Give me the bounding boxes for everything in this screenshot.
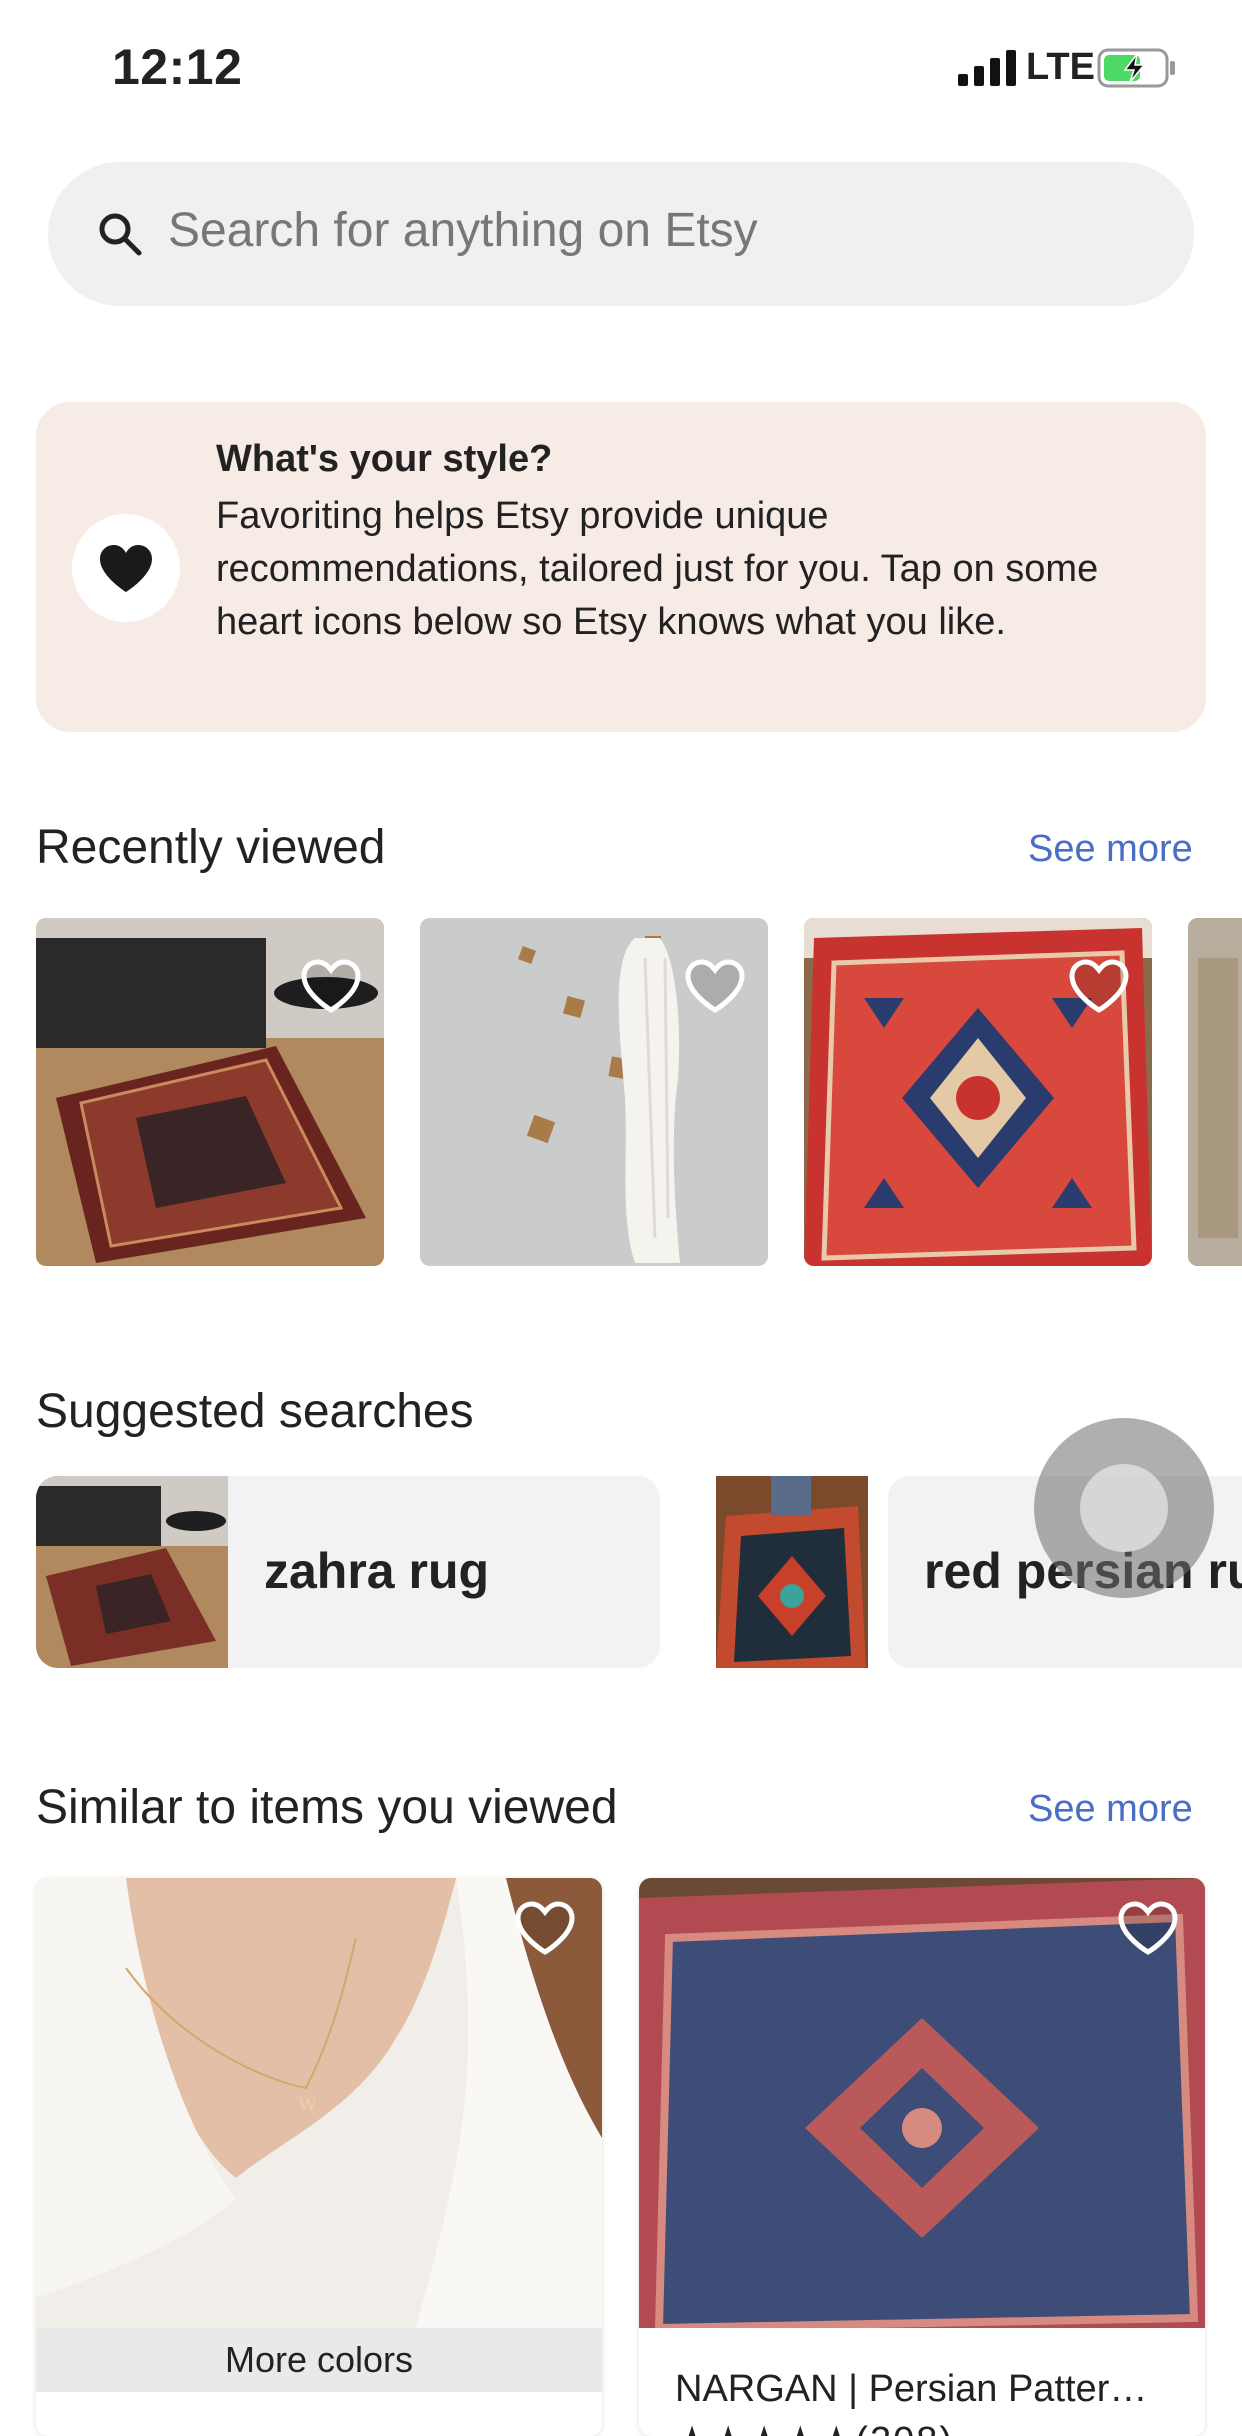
suggested-search-chip[interactable]: zahra rug bbox=[36, 1476, 660, 1668]
rug-in-living-room-image bbox=[36, 1476, 228, 1668]
product-rating: ★★★★★(208) bbox=[675, 2418, 954, 2436]
style-prompt-body: Favoriting helps Etsy provide unique rec… bbox=[216, 495, 1099, 643]
product-title[interactable]: NARGAN | Persian Patter… bbox=[675, 2368, 1147, 2411]
touch-indicator-center bbox=[1080, 1464, 1168, 1552]
favorite-heart-icon[interactable] bbox=[1068, 958, 1130, 1014]
favorite-heart-icon[interactable] bbox=[514, 1900, 576, 1956]
persian-rug-on-floor-image bbox=[716, 1476, 868, 1668]
svg-text:W: W bbox=[298, 2093, 317, 2115]
battery-charging-icon bbox=[1097, 48, 1175, 88]
recently-viewed-see-more-link[interactable]: See more bbox=[1028, 828, 1193, 871]
rating-stars: ★★★★★ bbox=[675, 2420, 855, 2436]
heart-filled-icon bbox=[100, 545, 152, 592]
product-card[interactable]: NARGAN | Persian Patter… ★★★★★(208) bbox=[639, 1878, 1205, 2436]
style-prompt-title: What's your style? bbox=[216, 438, 553, 480]
rug-partial-image bbox=[1188, 918, 1242, 1266]
recently-viewed-item[interactable] bbox=[1188, 918, 1242, 1266]
cellular-signal-icon bbox=[958, 50, 1016, 86]
search-icon[interactable] bbox=[96, 210, 144, 258]
product-card[interactable]: W More colors bbox=[36, 1878, 602, 2436]
status-time: 12:12 bbox=[112, 39, 243, 95]
suggested-searches-title: Suggested searches bbox=[36, 1385, 474, 1438]
search-input[interactable]: Search for anything on Etsy bbox=[168, 203, 758, 258]
favorite-heart-icon[interactable] bbox=[1117, 1900, 1179, 1956]
recently-viewed-item[interactable] bbox=[804, 918, 1152, 1266]
similar-items-see-more-link[interactable]: See more bbox=[1028, 1788, 1193, 1831]
recently-viewed-title: Recently viewed bbox=[36, 821, 386, 874]
recently-viewed-item[interactable] bbox=[36, 918, 384, 1266]
recently-viewed-item[interactable] bbox=[420, 918, 768, 1266]
heart-badge bbox=[72, 514, 180, 622]
favorite-heart-icon[interactable] bbox=[684, 958, 746, 1014]
suggested-search-label: zahra rug bbox=[264, 1543, 490, 1599]
review-count: (208) bbox=[855, 2420, 954, 2436]
more-colors-badge: More colors bbox=[36, 2328, 602, 2392]
favorite-heart-icon[interactable] bbox=[300, 958, 362, 1014]
network-type: LTE bbox=[1026, 46, 1095, 88]
similar-items-title: Similar to items you viewed bbox=[36, 1781, 618, 1834]
